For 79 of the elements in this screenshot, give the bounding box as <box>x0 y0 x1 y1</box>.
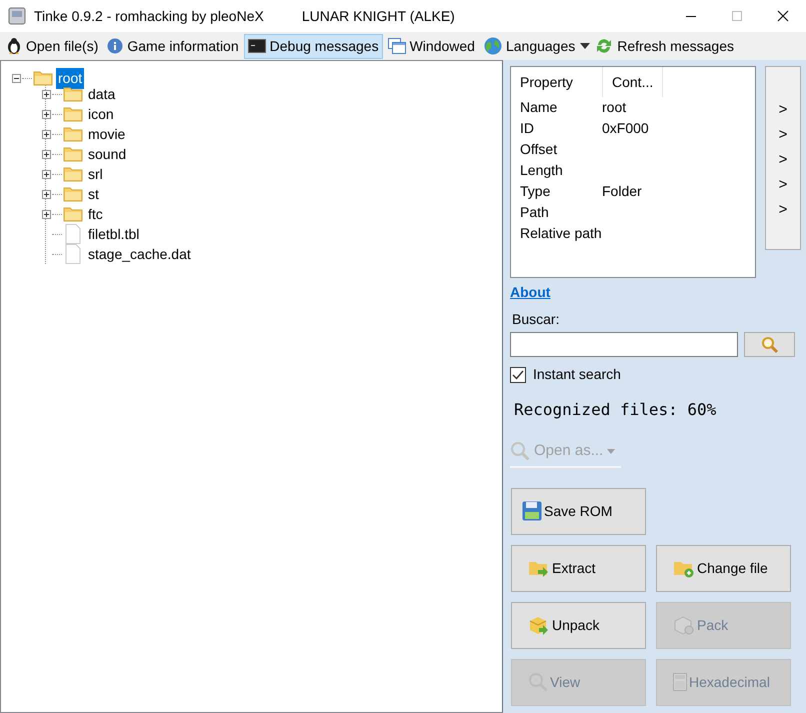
refresh-icon <box>595 37 614 55</box>
caret-icon <box>607 448 616 454</box>
about-link[interactable]: About <box>510 282 550 303</box>
console-icon <box>248 39 266 53</box>
magnifier-icon <box>510 441 530 462</box>
tree-item[interactable]: ftc <box>86 204 105 224</box>
tree-item[interactable]: data <box>86 84 118 104</box>
arrow-text: > <box>778 150 788 170</box>
action-button[interactable]: Change file <box>656 544 791 592</box>
checkbox-label: Instant search <box>533 365 621 384</box>
tree-item[interactable]: root <box>56 68 84 88</box>
toolbar-button[interactable]: Debug messages <box>244 34 383 58</box>
property-name: Length <box>519 161 564 180</box>
expander-icon[interactable] <box>42 130 50 138</box>
toolbar-button[interactable]: Refresh messages <box>591 34 738 58</box>
info-icon <box>107 38 124 54</box>
window-subtitle: LUNAR KNIGHT (ALKE) <box>302 6 455 26</box>
folder-icon <box>63 106 83 122</box>
file-icon <box>65 224 81 244</box>
column-header[interactable]: Property <box>511 67 603 97</box>
property-value: 0xF000 <box>602 119 649 138</box>
window-title: Tinke 0.9.2 - romhacking by pleoNeX <box>34 6 264 26</box>
column-header[interactable]: Cont... <box>603 67 663 97</box>
property-name: Type <box>519 182 552 201</box>
file-icon <box>65 244 81 264</box>
search-icon <box>760 336 778 354</box>
checkbox[interactable] <box>510 366 526 382</box>
box-plus-icon <box>673 614 695 636</box>
box-arrow-icon <box>528 614 550 636</box>
property-name: Name <box>519 98 558 117</box>
dropdown-caret-icon[interactable] <box>580 43 590 49</box>
side-arrows-button[interactable]: > > > > > <box>765 66 801 250</box>
expander-icon[interactable] <box>42 90 50 98</box>
calculator-icon <box>673 673 687 691</box>
toolbar-button[interactable]: Open file(s) <box>2 34 102 58</box>
search-field[interactable] <box>510 332 738 357</box>
expander-icon[interactable] <box>42 110 50 118</box>
tree-item[interactable]: movie <box>86 124 128 144</box>
folder-icon <box>63 126 83 142</box>
action-button[interactable]: Extract <box>511 544 646 592</box>
property-name: ID <box>519 119 535 138</box>
property-name: Offset <box>519 140 558 159</box>
expander-icon[interactable] <box>12 74 20 82</box>
folder-icon <box>63 186 83 202</box>
folder-icon <box>63 206 83 222</box>
expander-icon[interactable] <box>42 150 50 158</box>
windows-icon <box>388 38 406 54</box>
property-name: Path <box>519 203 550 222</box>
expander-icon[interactable] <box>42 210 50 218</box>
toolbar-button[interactable]: Game information <box>103 34 243 58</box>
folder-icon <box>63 146 83 162</box>
property-name: Relative path <box>519 224 602 243</box>
tree-item[interactable]: st <box>86 184 101 204</box>
penguin-icon <box>6 37 22 55</box>
app-icon <box>8 7 26 25</box>
folder-icon <box>63 86 83 102</box>
arrow-text: > <box>778 125 788 145</box>
arrow-text: > <box>778 175 788 195</box>
arrow-text: > <box>778 100 788 120</box>
arrow-text: > <box>778 200 788 220</box>
folder-icon <box>63 166 83 182</box>
tree-item[interactable]: srl <box>86 164 105 184</box>
expander-icon[interactable] <box>42 170 50 178</box>
tree-item[interactable]: icon <box>86 104 116 124</box>
tree-item[interactable]: stage_cache.dat <box>86 244 193 264</box>
toolbar-button[interactable]: Languages <box>480 34 580 58</box>
close-icon <box>777 10 789 22</box>
property-value: root <box>602 98 626 117</box>
tree-item[interactable]: filetbl.tbl <box>86 224 142 244</box>
folder-icon <box>33 70 53 86</box>
search-label: Buscar: <box>512 310 560 329</box>
property-value: Folder <box>602 182 642 201</box>
expander-icon[interactable] <box>42 190 50 198</box>
tree-item[interactable]: sound <box>86 144 128 164</box>
toolbar-button[interactable]: Windowed <box>384 34 479 58</box>
globe-icon <box>484 37 502 55</box>
action-button[interactable]: Save ROM <box>511 488 646 534</box>
action-button[interactable]: Unpack <box>511 602 646 648</box>
recognized-files-text: Recognized files: 60% <box>514 399 718 421</box>
